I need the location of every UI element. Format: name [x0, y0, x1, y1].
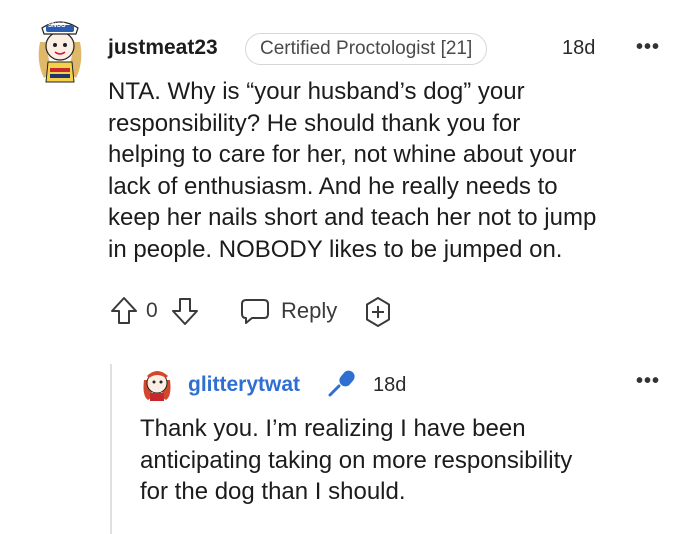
reply-avatar[interactable]	[140, 366, 174, 402]
upvote-icon[interactable]	[110, 296, 138, 326]
comment-body-line: NTA. Why is “your husband’s dog” your	[108, 78, 525, 105]
user-flair: Certified Proctologist [21]	[245, 33, 488, 65]
comment-body-line: responsibility? He should thank you for	[108, 109, 521, 137]
comment-timestamp[interactable]: 18d	[562, 37, 595, 60]
reply-username[interactable]: glitterytwat	[188, 373, 300, 397]
avatar[interactable]: SNOO	[34, 12, 86, 84]
award-plus-icon[interactable]	[362, 296, 394, 328]
comment-username[interactable]: justmeat23	[108, 36, 218, 60]
reply-more-options-icon[interactable]: •••	[636, 370, 660, 393]
reply-body-line: Thank you. I’m realizing I have been	[140, 415, 526, 442]
comment-body-line: lack of enthusiasm. And he really needs …	[108, 172, 558, 200]
reply-label: Reply	[281, 298, 338, 323]
reply-body-line: anticipating taking on more responsibili…	[140, 446, 573, 474]
reply-body: Thank you. I’m realizing I have been ant…	[140, 413, 680, 508]
comment-body-line: helping to care for her, not whine about…	[108, 141, 577, 168]
more-options-icon[interactable]: •••	[636, 36, 660, 59]
comment-body-line: in people. NOBODY likes to be jumped on.	[108, 235, 563, 263]
vote-score: 0	[146, 299, 158, 322]
downvote-icon[interactable]	[171, 296, 199, 326]
comment-body-line: keep her nails short and teach her not t…	[108, 204, 597, 231]
reply-button[interactable]: Reply	[240, 296, 340, 328]
avatar-badge-text: SNOO	[48, 23, 66, 29]
reply-body-line: for the dog than I should.	[140, 478, 406, 505]
thread-line[interactable]	[110, 364, 112, 534]
comment-bubble-icon	[241, 299, 269, 324]
microphone-icon	[326, 367, 358, 399]
comment-body: NTA. Why is “your husband’s dog” your re…	[108, 76, 688, 265]
reply-timestamp[interactable]: 18d	[373, 374, 406, 397]
